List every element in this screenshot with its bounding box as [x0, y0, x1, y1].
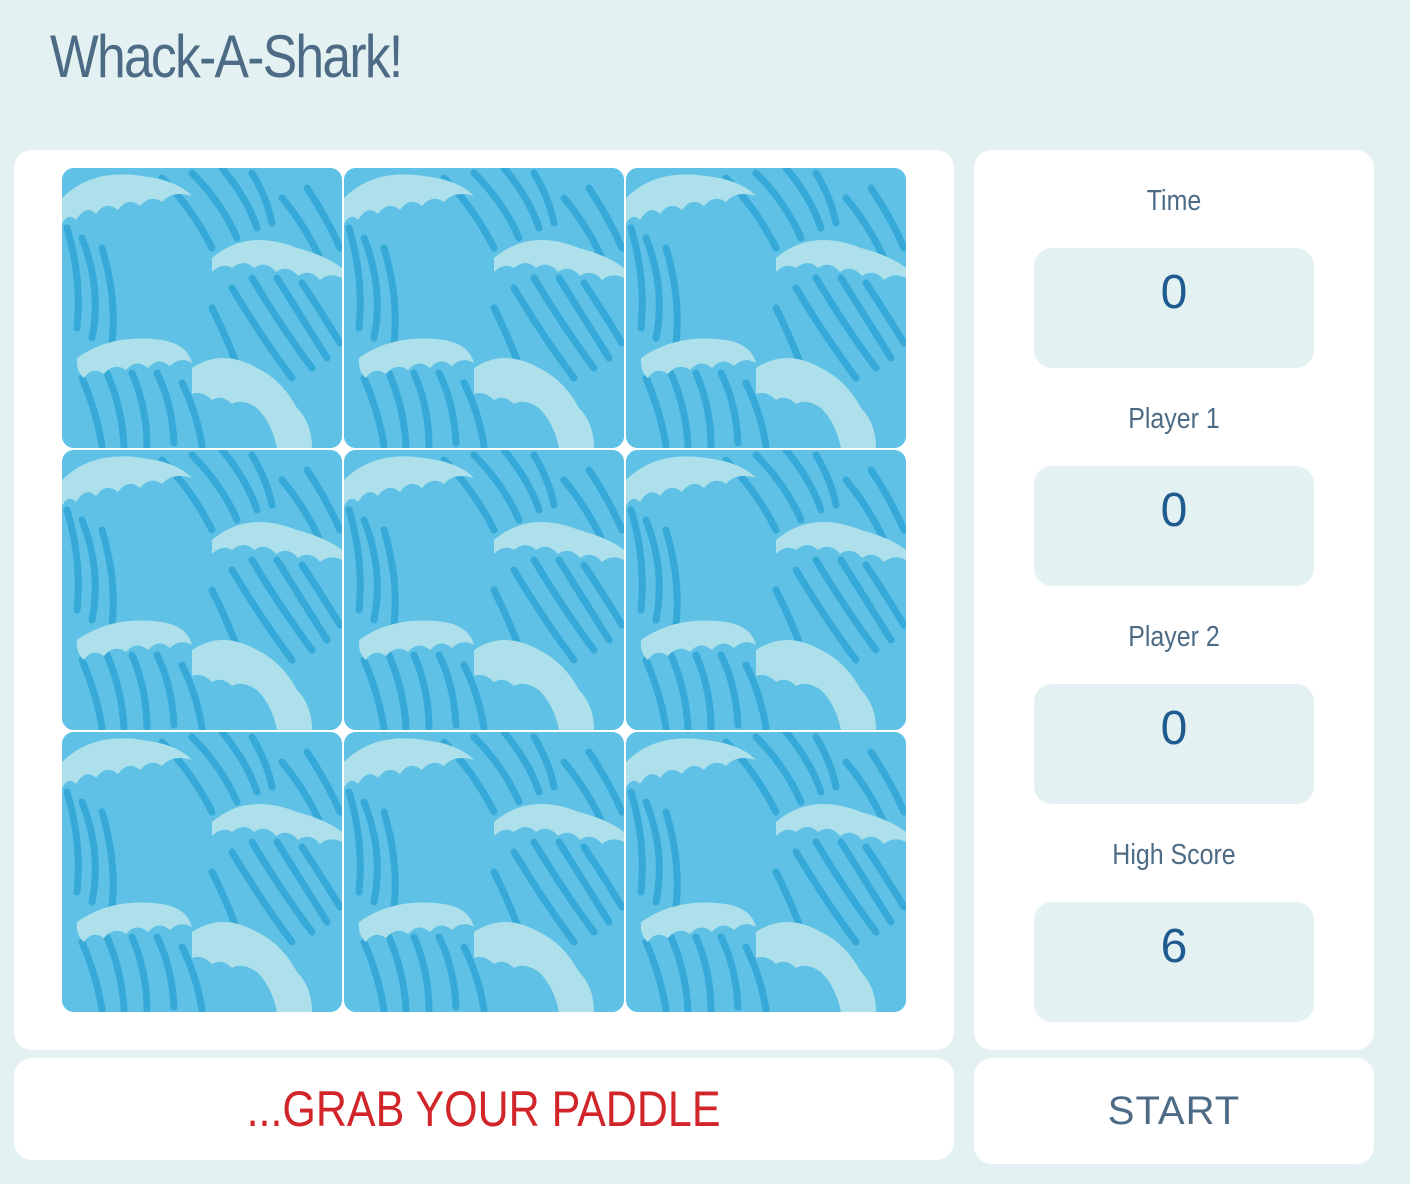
wave-icon — [344, 732, 624, 1012]
hole-9[interactable] — [626, 732, 906, 1012]
hole-grid — [62, 168, 906, 1012]
hole-1[interactable] — [62, 168, 342, 448]
player2-score: 0 — [1034, 684, 1314, 804]
high-score-value: 6 — [1034, 902, 1314, 1022]
wave-icon — [344, 168, 624, 448]
score-panel: Time 0 Player 1 0 Player 2 0 High Score … — [974, 150, 1374, 1050]
message-panel: ...GRAB YOUR PADDLE — [14, 1058, 954, 1160]
start-button[interactable]: START — [974, 1058, 1374, 1164]
wave-icon — [344, 450, 624, 730]
wave-icon — [62, 450, 342, 730]
wave-icon — [62, 732, 342, 1012]
player1-score: 0 — [1034, 466, 1314, 586]
hole-2[interactable] — [344, 168, 624, 448]
hole-5[interactable] — [344, 450, 624, 730]
time-label: Time — [1146, 185, 1202, 217]
high-score-label: High Score — [1112, 839, 1236, 871]
hole-7[interactable] — [62, 732, 342, 1012]
wave-icon — [626, 732, 906, 1012]
time-value: 0 — [1034, 248, 1314, 368]
status-message: ...GRAB YOUR PADDLE — [247, 1081, 721, 1137]
hole-4[interactable] — [62, 450, 342, 730]
game-board — [14, 150, 954, 1050]
hole-8[interactable] — [344, 732, 624, 1012]
wave-icon — [626, 168, 906, 448]
wave-icon — [626, 450, 906, 730]
hole-3[interactable] — [626, 168, 906, 448]
hole-6[interactable] — [626, 450, 906, 730]
player2-label: Player 2 — [1128, 621, 1220, 653]
player1-label: Player 1 — [1128, 403, 1220, 435]
wave-icon — [62, 168, 342, 448]
start-button-label: START — [1107, 1088, 1241, 1133]
game-title: Whack-A-Shark! — [50, 23, 403, 90]
